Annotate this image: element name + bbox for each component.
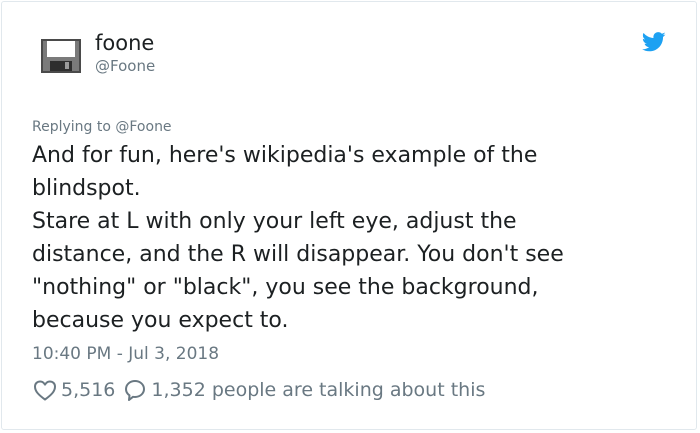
floppy-disk-icon[interactable] xyxy=(40,38,82,74)
like-button[interactable]: 5,516 xyxy=(33,379,123,401)
heart-icon xyxy=(33,379,57,401)
user-handle[interactable]: @Foone xyxy=(95,56,155,76)
twitter-bird-icon[interactable] xyxy=(641,32,666,52)
tweet-text: And for fun, here's wikipedia's example … xyxy=(32,143,564,333)
talking-count: 1,352 people are talking about this xyxy=(151,379,486,401)
tweet-timestamp[interactable]: 10:40 PM - Jul 3, 2018 xyxy=(32,343,219,365)
replying-to-link[interactable]: Replying to @Foone xyxy=(32,118,172,136)
display-name[interactable]: foone xyxy=(95,30,154,56)
tweet-actions: 5,516 1,352 people are talking about thi… xyxy=(33,377,485,403)
speech-bubble-icon xyxy=(123,378,147,402)
reply-button[interactable]: 1,352 people are talking about this xyxy=(123,378,485,402)
like-count: 5,516 xyxy=(61,379,116,401)
